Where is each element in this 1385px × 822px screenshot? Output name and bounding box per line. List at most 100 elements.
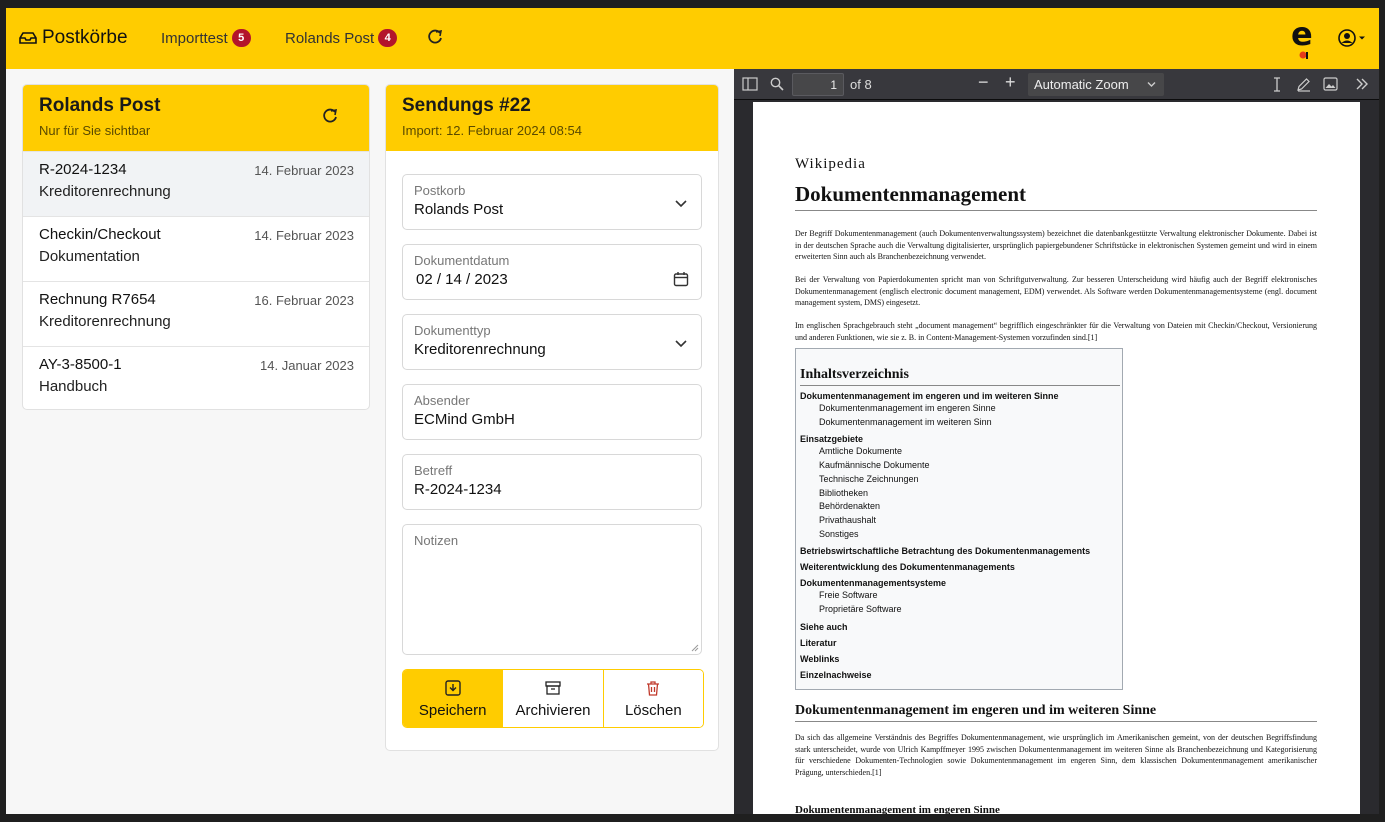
chevron-down-icon [675, 200, 687, 208]
item-date: 14. Februar 2023 [254, 228, 354, 243]
pdf-page: Wikipedia Dokumentenmanagement Der Begri… [753, 102, 1360, 814]
paragraph: Bei der Verwaltung von Papierdokumenten … [795, 275, 1317, 307]
shipment-subtitle: Import: 12. Februar 2024 08:54 [402, 123, 582, 138]
paragraph: Da sich das allgemeine Verständnis des B… [795, 733, 1317, 777]
chevron-down-icon [675, 340, 687, 348]
nav-importtest[interactable]: Importtest 5 [161, 29, 251, 47]
list-item[interactable]: R-2024-1234 14. Februar 2023 Kreditorenr… [23, 151, 369, 216]
subsection-heading: Dokumentenmanagement im engeren Sinne [795, 804, 1000, 814]
toc-link[interactable]: Technische Zeichnungen [800, 473, 1118, 487]
toc-link[interactable]: Freie Software [800, 589, 1118, 603]
toc-link[interactable]: Weblinks [800, 654, 1118, 665]
user-menu[interactable] [1338, 29, 1366, 47]
count-badge: 4 [378, 29, 398, 47]
zoom-out-icon[interactable]: − [978, 72, 989, 93]
field-label: Dokumentdatum [414, 253, 510, 268]
toc-link[interactable]: Kaufmännische Dokumente [800, 459, 1118, 473]
archive-button[interactable]: Archivieren [502, 670, 603, 727]
list-item[interactable]: AY-3-8500-1 14. Januar 2023 Handbuch [23, 346, 369, 409]
trash-icon [647, 680, 660, 696]
betreff-field[interactable]: Betreff R-2024-1234 [402, 454, 702, 510]
toc-link[interactable]: Amtliche Dokumente [800, 445, 1118, 459]
draw-pen-icon[interactable] [1296, 77, 1311, 92]
item-date: 14. Februar 2023 [254, 163, 354, 178]
mailbox-card: Rolands Post Nur für Sie sichtbar R-2024… [22, 84, 370, 410]
action-buttons: Speichern Archivieren Löschen [402, 669, 704, 728]
toc-link[interactable]: Dokumentenmanagement im engeren und im w… [800, 391, 1118, 402]
toc-link[interactable]: Privathaushalt [800, 514, 1118, 528]
item-date: 14. Januar 2023 [260, 358, 354, 373]
resize-handle-icon[interactable] [690, 643, 699, 652]
field-value: ECMind GmbH [414, 411, 515, 428]
list-item[interactable]: Checkin/Checkout 14. Februar 2023 Dokume… [23, 216, 369, 281]
absender-field[interactable]: Absender ECMind GmbH [402, 384, 702, 440]
dokumentdatum-field[interactable]: Dokumentdatum 02 / 14 / 2023 [402, 244, 702, 300]
mailbox-title: Rolands Post [39, 95, 161, 116]
archive-label: Archivieren [515, 701, 591, 719]
save-label: Speichern [418, 701, 487, 719]
field-value: Kreditorenrechnung [414, 341, 546, 358]
toc-link[interactable]: Behördenakten [800, 500, 1118, 514]
toc-link[interactable]: Literatur [800, 638, 1118, 649]
notizen-textarea[interactable]: Notizen [402, 524, 702, 655]
ecmind-logo-icon: e [1291, 17, 1313, 59]
toc-link[interactable]: Dokumentenmanagement im engeren Sinne [800, 402, 1118, 416]
calendar-icon[interactable] [673, 271, 689, 287]
nav-rolands-post[interactable]: Rolands Post 4 [285, 29, 398, 47]
site-name: Wikipedia [795, 156, 866, 172]
archive-icon [545, 680, 561, 695]
field-value: Rolands Post [414, 201, 504, 218]
inbox-icon [19, 32, 37, 44]
app-window: Postkörbe Importtest 5 Rolands Post 4 e [6, 8, 1379, 814]
page-number-input[interactable]: 1 [792, 73, 844, 96]
refresh-icon[interactable] [321, 107, 339, 125]
save-button[interactable]: Speichern [403, 670, 503, 727]
mailbox-subtitle: Nur für Sie sichtbar [39, 123, 151, 138]
delete-button[interactable]: Löschen [602, 670, 703, 727]
toc-title: Inhaltsverzeichnis [800, 367, 1120, 386]
page-count: of 8 [850, 77, 872, 92]
shipment-card: Sendungs #22 Import: 12. Februar 2024 08… [385, 84, 719, 751]
double-chevron-right-icon[interactable] [1355, 77, 1369, 91]
count-badge: 5 [231, 29, 251, 47]
toc-link[interactable]: Einzelnachweise [800, 670, 1118, 681]
text-cursor-icon[interactable] [1271, 77, 1283, 92]
toc-link[interactable]: Einsatzgebiete [800, 434, 1118, 445]
toc-link[interactable]: Betriebswirtschaftliche Betrachtung des … [800, 546, 1118, 557]
list-item[interactable]: Rechnung R7654 16. Februar 2023 Kreditor… [23, 281, 369, 346]
save-icon [444, 679, 461, 696]
item-type: Handbuch [39, 378, 108, 395]
toc-link[interactable]: Dokumentenmanagement im weiteren Sinn [800, 416, 1118, 430]
mailbox-card-header: Rolands Post Nur für Sie sichtbar [23, 85, 369, 151]
field-label: Dokumenttyp [414, 323, 491, 338]
doc-title: Dokumentenmanagement [795, 182, 1317, 211]
toc-link[interactable]: Dokumentenmanagementsysteme [800, 578, 1118, 589]
paragraph: Im englischen Sprachgebrauch steht „docu… [795, 321, 1317, 342]
toc-link[interactable]: Bibliotheken [800, 487, 1118, 501]
chevron-down-icon [1147, 82, 1156, 87]
brand[interactable]: Postkörbe [18, 27, 128, 49]
shipment-title: Sendungs #22 [402, 95, 531, 116]
search-icon[interactable] [770, 77, 784, 91]
content-area: Rolands Post Nur für Sie sichtbar R-2024… [6, 69, 734, 814]
nav-importtest-label: Importtest [161, 29, 228, 47]
field-value: 02 / 14 / 2023 [416, 271, 508, 288]
toc-link[interactable]: Sonstiges [800, 528, 1118, 542]
field-label: Notizen [414, 533, 459, 548]
image-icon[interactable] [1323, 77, 1338, 91]
postkorb-select[interactable]: Postkorb Rolands Post [402, 174, 702, 230]
zoom-in-icon[interactable]: + [1005, 72, 1016, 93]
toc-link[interactable]: Siehe auch [800, 622, 1118, 633]
zoom-select[interactable]: Automatic Zoom [1028, 73, 1164, 96]
field-label: Betreff [414, 463, 453, 478]
toc-link[interactable]: Proprietäre Software [800, 603, 1118, 617]
toc-link[interactable]: Weiterentwicklung des Dokumentenmanageme… [800, 562, 1118, 573]
refresh-icon[interactable] [426, 28, 444, 46]
sidebar-toggle-icon[interactable] [742, 77, 758, 91]
dokumenttyp-select[interactable]: Dokumenttyp Kreditorenrechnung [402, 314, 702, 370]
brand-label: Postkörbe [42, 27, 128, 48]
pdf-viewer: 1 of 8 − + Automatic Zoom Wikipedia Doku… [734, 69, 1379, 814]
field-value: R-2024-1234 [414, 481, 502, 498]
item-date: 16. Februar 2023 [254, 293, 354, 308]
section-heading: Dokumentenmanagement im engeren und im w… [795, 703, 1317, 722]
